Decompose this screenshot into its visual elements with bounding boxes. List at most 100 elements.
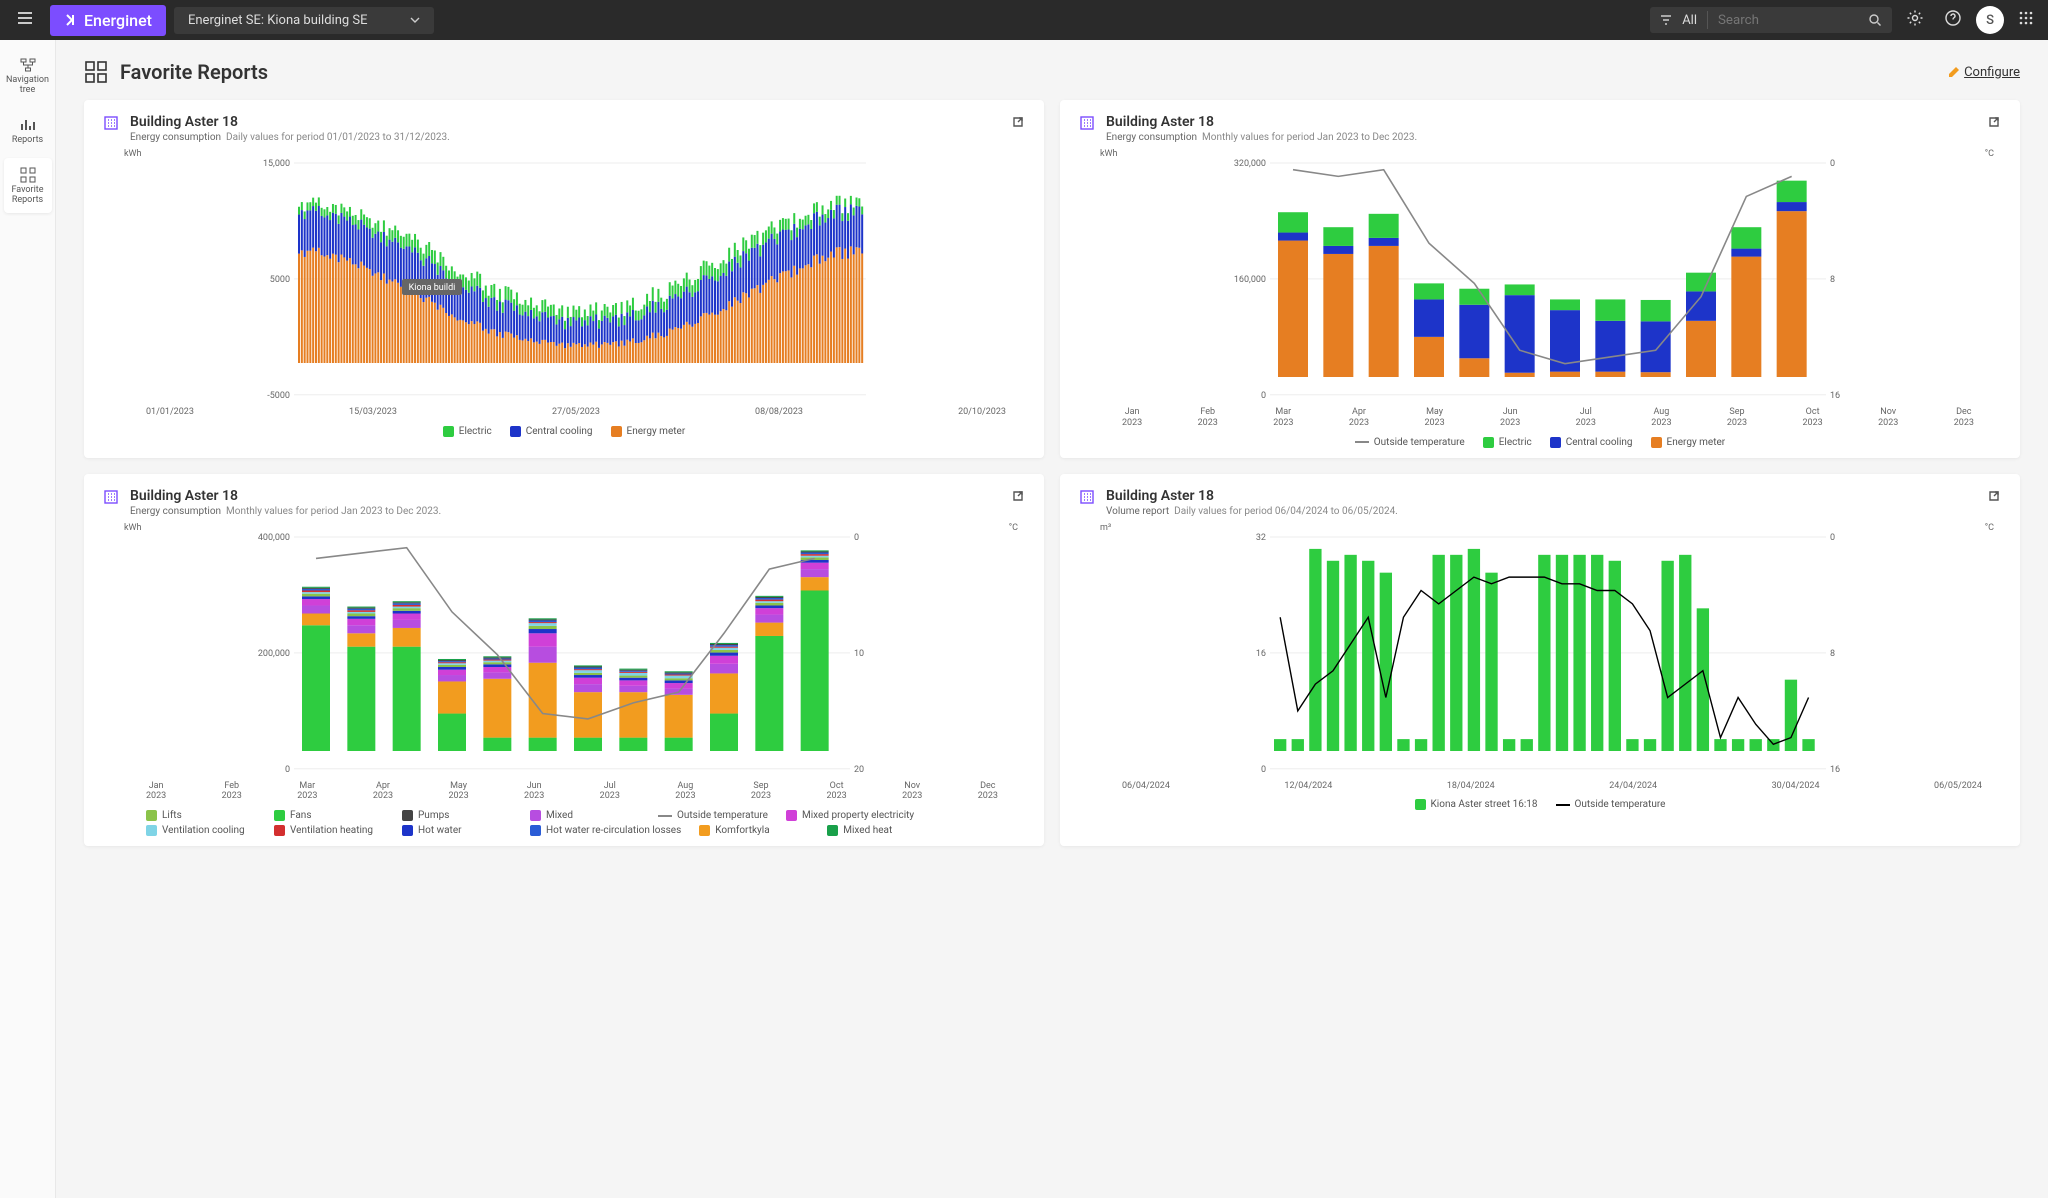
card-subtitle: Energy consumption Daily values for peri… <box>130 132 450 143</box>
pencil-icon <box>1948 66 1960 78</box>
settings-button[interactable] <box>1900 3 1930 37</box>
popout-button[interactable] <box>1010 114 1026 134</box>
sidebar-item-reports[interactable]: Reports <box>4 108 52 154</box>
legend-item: Ventilation heating <box>274 825 384 836</box>
y-axis-unit: kWh <box>124 149 142 159</box>
legend-item: Mixed <box>530 810 640 821</box>
report-card: Building Aster 18 Energy consumption Mon… <box>1060 100 2020 458</box>
legend-item: Lifts <box>146 810 256 821</box>
svg-text:16: 16 <box>1830 764 1840 772</box>
chart-svg: 320168016 <box>1078 523 2002 773</box>
gear-icon <box>1906 9 1924 27</box>
svg-text:400,000: 400,000 <box>258 533 290 543</box>
chart-legend: Kiona Aster street 16:18Outside temperat… <box>1078 799 2002 810</box>
card-title: Building Aster 18 <box>130 488 441 504</box>
y2-axis-unit: °C <box>1009 523 1018 533</box>
svg-text:5000: 5000 <box>270 275 290 285</box>
svg-text:20: 20 <box>854 764 864 772</box>
filter-label: All <box>1682 13 1697 28</box>
card-subtitle: Energy consumption Monthly values for pe… <box>1106 132 1417 143</box>
popout-button[interactable] <box>1010 488 1026 508</box>
legend-item: Electric <box>1483 437 1532 448</box>
legend-item: Komfortkyla <box>699 825 809 836</box>
x-axis: Jan2023Feb2023Mar2023Apr2023May2023Jun20… <box>1078 407 2002 429</box>
chart-svg: 320,0000160,0008016 <box>1078 149 2002 399</box>
bar-chart-icon <box>19 116 37 134</box>
legend-item: Energy meter <box>1651 437 1726 448</box>
filter-icon <box>1660 14 1672 26</box>
x-axis: 06/04/202412/04/202418/04/202424/04/2024… <box>1078 781 2002 792</box>
chart-svg: 400,000 0 200,000 10 0 20 <box>102 523 1026 773</box>
y2-axis-unit: °C <box>1985 523 1994 533</box>
hamburger-menu[interactable] <box>8 1 42 39</box>
svg-text:32: 32 <box>1256 533 1266 543</box>
help-button[interactable] <box>1938 3 1968 37</box>
building-icon <box>1078 114 1096 132</box>
search-input[interactable] <box>1718 13 1858 28</box>
svg-text:0: 0 <box>854 533 859 543</box>
chart-legend: LiftsFansPumpsMixedOutside temperatureMi… <box>102 810 1026 836</box>
svg-text:15,000: 15,000 <box>263 159 290 169</box>
report-card: Building Aster 18 Energy consumption Dai… <box>84 100 1044 458</box>
svg-text:-5000: -5000 <box>267 391 290 399</box>
svg-text:0: 0 <box>1261 391 1266 399</box>
svg-text:16: 16 <box>1256 648 1266 658</box>
report-card: Building Aster 18 Volume report Daily va… <box>1060 474 2020 847</box>
card-title: Building Aster 18 <box>1106 488 1398 504</box>
chevron-down-icon <box>410 15 420 25</box>
card-subtitle: Energy consumption Monthly values for pe… <box>130 506 441 517</box>
popout-button[interactable] <box>1986 488 2002 508</box>
y-axis-unit: kWh <box>1100 149 1118 159</box>
legend-item: Outside temperature <box>658 810 768 821</box>
brand-icon <box>64 13 78 27</box>
card-title: Building Aster 18 <box>1106 114 1417 130</box>
chart-legend: Outside temperatureElectricCentral cooli… <box>1078 437 2002 448</box>
legend-item: Outside temperature <box>1355 437 1465 448</box>
main-content: Favorite Reports Configure Building Aste… <box>56 40 2048 1198</box>
brand-label: Energinet <box>84 11 152 30</box>
legend-item: Mixed heat <box>827 825 937 836</box>
y2-axis-unit: °C <box>1985 149 1994 159</box>
apps-button[interactable] <box>2012 4 2040 36</box>
card-title: Building Aster 18 <box>130 114 450 130</box>
legend-item: Fans <box>274 810 384 821</box>
chart-legend: ElectricCentral coolingEnergy meter <box>102 426 1026 437</box>
legend-item: Outside temperature <box>1556 799 1666 810</box>
chart-svg: 15,000 5000 -5000 Kiona buildi <box>102 149 1026 399</box>
svg-text:10: 10 <box>854 648 864 658</box>
svg-text:0: 0 <box>285 764 290 772</box>
popout-icon <box>1986 114 2002 130</box>
avatar[interactable]: S <box>1976 6 2004 34</box>
y-axis-unit: m³ <box>1100 523 1111 533</box>
building-icon <box>102 114 120 132</box>
help-icon <box>1944 9 1962 27</box>
svg-text:Kiona buildi: Kiona buildi <box>409 283 456 293</box>
svg-text:0: 0 <box>1261 764 1266 772</box>
sidebar-item-nav-tree[interactable]: Navigation tree <box>4 48 52 104</box>
svg-text:200,000: 200,000 <box>258 648 290 658</box>
legend-item: Energy meter <box>611 426 686 437</box>
context-label: Energinet SE: Kiona building SE <box>188 13 368 28</box>
brand-badge[interactable]: Energinet <box>50 5 166 36</box>
building-icon <box>102 488 120 506</box>
legend-item: Hot water <box>402 825 512 836</box>
search-filter[interactable]: All <box>1650 7 1892 33</box>
configure-link[interactable]: Configure <box>1948 65 2020 80</box>
card-subtitle: Volume report Daily values for period 06… <box>1106 506 1398 517</box>
sidebar-item-favorite-reports[interactable]: Favorite Reports <box>4 158 52 214</box>
report-card: Building Aster 18 Energy consumption Mon… <box>84 474 1044 847</box>
popout-icon <box>1010 114 1026 130</box>
popout-icon <box>1010 488 1026 504</box>
dashboard-icon <box>19 166 37 184</box>
svg-text:0: 0 <box>1830 533 1835 543</box>
page-title: Favorite Reports <box>120 60 268 84</box>
tree-icon <box>19 56 37 74</box>
svg-text:320,000: 320,000 <box>1234 159 1266 169</box>
legend-item: Mixed property electricity <box>786 810 914 821</box>
legend-item: Ventilation cooling <box>146 825 256 836</box>
x-axis: 01/01/202315/03/202327/05/202308/08/2023… <box>102 407 1026 418</box>
context-selector[interactable]: Energinet SE: Kiona building SE <box>174 7 434 34</box>
popout-button[interactable] <box>1986 114 2002 134</box>
building-icon <box>1078 488 1096 506</box>
svg-text:16: 16 <box>1830 391 1840 399</box>
